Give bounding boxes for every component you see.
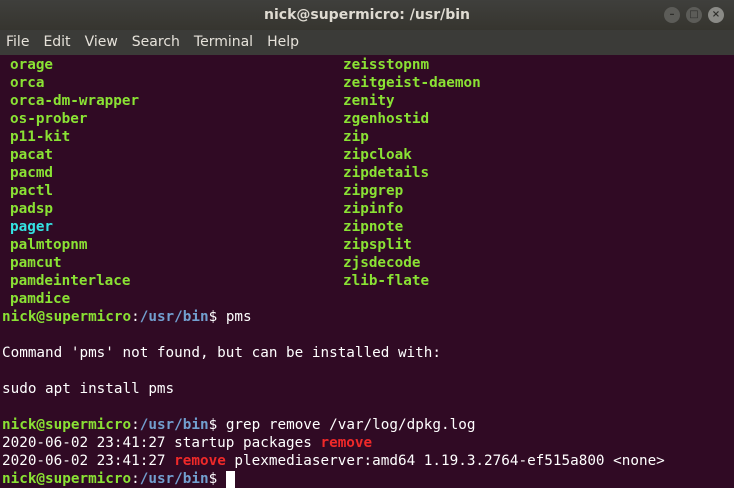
terminal-output[interactable]: orage orca orca-dm-wrapper os-prober p11… [0, 55, 734, 488]
listing-item: zjsdecode [343, 255, 421, 271]
log-text: plexmediaserver:amd64 1.19.3.2764-ef515a… [225, 453, 665, 469]
window-controls: – □ × [664, 7, 724, 23]
prompt-dollar: $ [208, 471, 226, 487]
prompt-path: /usr/bin [139, 471, 209, 487]
log-text: 2020-06-02 23:41:27 [2, 453, 175, 469]
menu-bar: File Edit View Search Terminal Help [0, 30, 734, 55]
command-line: nick@supermicro:/usr/bin$ grep remove /v… [2, 416, 475, 434]
listing-item: pacmd [10, 165, 54, 181]
minimize-button[interactable]: – [664, 7, 680, 23]
install-hint: sudo apt install pms [2, 381, 175, 397]
listing-item: zipinfo [343, 201, 404, 217]
listing-item: pacat [10, 147, 54, 163]
menu-view[interactable]: View [78, 30, 125, 55]
listing-item: pactl [10, 183, 54, 199]
listing-item: palmtopnm [10, 237, 88, 253]
prompt-colon: : [131, 309, 140, 325]
maximize-button[interactable]: □ [686, 7, 702, 23]
command-text: pms [225, 309, 252, 325]
menu-help[interactable]: Help [260, 30, 306, 55]
menu-terminal[interactable]: Terminal [187, 30, 260, 55]
grep-match: remove [320, 435, 373, 451]
prompt-colon: : [131, 471, 140, 487]
listing-item: zip [343, 129, 369, 145]
listing-item: zipcloak [343, 147, 412, 163]
listing-item: orca-dm-wrapper [10, 93, 140, 109]
listing-item: p11-kit [10, 129, 71, 145]
listing-item-symlink: pager [10, 219, 54, 235]
listing-item: zipnote [343, 219, 404, 235]
listing-item: pamdeinterlace [10, 273, 131, 289]
prompt-path: /usr/bin [139, 417, 209, 433]
listing-item: zipsplit [343, 237, 412, 253]
log-line: 2020-06-02 23:41:27 remove plexmediaserv… [2, 452, 665, 470]
window-title: nick@supermicro: /usr/bin [264, 7, 470, 23]
active-prompt[interactable]: nick@supermicro:/usr/bin$ [2, 470, 235, 488]
listing-item: zgenhostid [343, 111, 430, 127]
listing-item: os-prober [10, 111, 88, 127]
grep-match: remove [174, 453, 226, 469]
listing-item: zeisstopnm [343, 57, 430, 73]
prompt-user: nick@supermicro [2, 309, 132, 325]
title-bar: nick@supermicro: /usr/bin – □ × [0, 0, 734, 30]
prompt-dollar: $ [208, 417, 226, 433]
listing-item: zipdetails [343, 165, 430, 181]
listing-item: orca [10, 75, 45, 91]
listing-item: zenity [343, 93, 395, 109]
log-text: 2020-06-02 23:41:27 startup packages [2, 435, 321, 451]
listing-item: pamcut [10, 255, 62, 271]
command-line: nick@supermicro:/usr/bin$ pms [2, 308, 252, 326]
listing-item: pamdice [10, 291, 71, 307]
prompt-colon: : [131, 417, 140, 433]
prompt-user: nick@supermicro [2, 417, 132, 433]
listing-item: zipgrep [343, 183, 404, 199]
menu-search[interactable]: Search [125, 30, 187, 55]
menu-file[interactable]: File [0, 30, 36, 55]
prompt-path: /usr/bin [139, 309, 209, 325]
log-line: 2020-06-02 23:41:27 startup packages rem… [2, 434, 372, 452]
error-message: Command 'pms' not found, but can be inst… [2, 345, 441, 361]
close-button[interactable]: × [708, 7, 724, 23]
terminal-window: nick@supermicro: /usr/bin – □ × File Edi… [0, 0, 734, 488]
text-cursor [225, 470, 235, 488]
listing-item: zeitgeist-daemon [343, 75, 481, 91]
prompt-user: nick@supermicro [2, 471, 132, 487]
listing-item: zlib-flate [343, 273, 430, 289]
menu-edit[interactable]: Edit [36, 30, 77, 55]
command-text: grep remove /var/log/dpkg.log [225, 417, 476, 433]
listing-item: orage [10, 57, 54, 73]
listing-item: padsp [10, 201, 54, 217]
prompt-dollar: $ [208, 309, 226, 325]
